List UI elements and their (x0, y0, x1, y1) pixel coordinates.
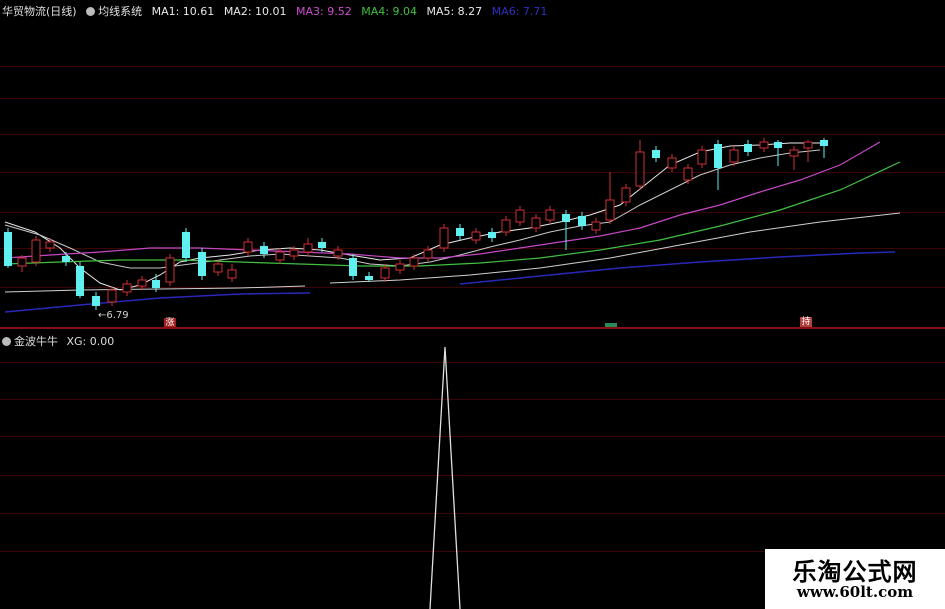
candle-body[interactable] (621, 187, 631, 203)
candle-body[interactable] (789, 149, 799, 157)
candle-body[interactable] (820, 140, 828, 146)
candle-body[interactable] (591, 221, 601, 231)
watermark-title: 乐淘公式网 (792, 557, 918, 586)
candle-body[interactable] (395, 263, 405, 271)
candle-body[interactable] (652, 150, 660, 158)
candle-body[interactable] (349, 258, 357, 276)
candle-body[interactable] (213, 263, 223, 273)
candle-body[interactable] (409, 257, 419, 267)
candle-body[interactable] (759, 141, 769, 149)
candle-body[interactable] (333, 249, 343, 257)
candle-body[interactable] (635, 151, 645, 187)
candle-body[interactable] (562, 214, 570, 222)
candlestick-chart[interactable]: ←6.79 (0, 0, 945, 327)
candle-body[interactable] (605, 199, 615, 221)
candle-body[interactable] (31, 239, 41, 263)
candle-body[interactable] (578, 216, 586, 226)
candle-body[interactable] (803, 141, 813, 149)
candle-body[interactable] (380, 267, 390, 279)
candle-body[interactable] (667, 157, 677, 169)
candle-body[interactable] (423, 249, 433, 259)
candle-body[interactable] (531, 217, 541, 229)
ma6-line (4, 292, 311, 313)
candle-body[interactable] (62, 256, 70, 262)
candle-body[interactable] (137, 279, 147, 287)
candle-body[interactable] (152, 280, 160, 288)
low-price-label: ←6.79 (98, 310, 129, 321)
candle-body[interactable] (227, 269, 237, 279)
candle-body[interactable] (92, 296, 100, 306)
candle-body[interactable] (107, 289, 117, 303)
candle-body[interactable] (260, 246, 268, 254)
candle-body[interactable] (683, 167, 693, 181)
candle-body[interactable] (45, 241, 55, 249)
candle-body[interactable] (17, 257, 27, 267)
candle-body[interactable] (365, 276, 373, 280)
candle-body[interactable] (488, 232, 496, 238)
candle-body[interactable] (165, 257, 175, 283)
ma4-line (4, 161, 901, 267)
ma6-line-continued (459, 251, 896, 285)
candle-body[interactable] (76, 266, 84, 296)
candle-body[interactable] (182, 232, 190, 258)
candles-group (4, 138, 828, 310)
candle-body[interactable] (289, 249, 299, 257)
candle-body[interactable] (243, 241, 253, 253)
candle-body[interactable] (744, 144, 752, 152)
candle-body[interactable] (275, 251, 285, 261)
candle-body[interactable] (774, 142, 782, 148)
candle-body[interactable] (714, 144, 722, 168)
candle-body[interactable] (501, 219, 511, 233)
xg-signal-line (429, 346, 461, 609)
candle-body[interactable] (318, 242, 326, 248)
candle-body[interactable] (456, 228, 464, 236)
candle-body[interactable] (697, 149, 707, 165)
candle-body[interactable] (439, 227, 449, 249)
candle-body[interactable] (515, 209, 525, 223)
candle-body[interactable] (471, 231, 481, 241)
candle-body[interactable] (198, 252, 206, 276)
candle-body[interactable] (545, 209, 555, 221)
candle-body[interactable] (729, 149, 739, 163)
watermark-url: www.60lt.com (796, 583, 914, 601)
candle-body[interactable] (122, 283, 132, 293)
watermark-logo: 乐淘公式网 www.60lt.com (765, 549, 945, 609)
candle-body[interactable] (303, 243, 313, 253)
candle-body[interactable] (4, 232, 12, 266)
